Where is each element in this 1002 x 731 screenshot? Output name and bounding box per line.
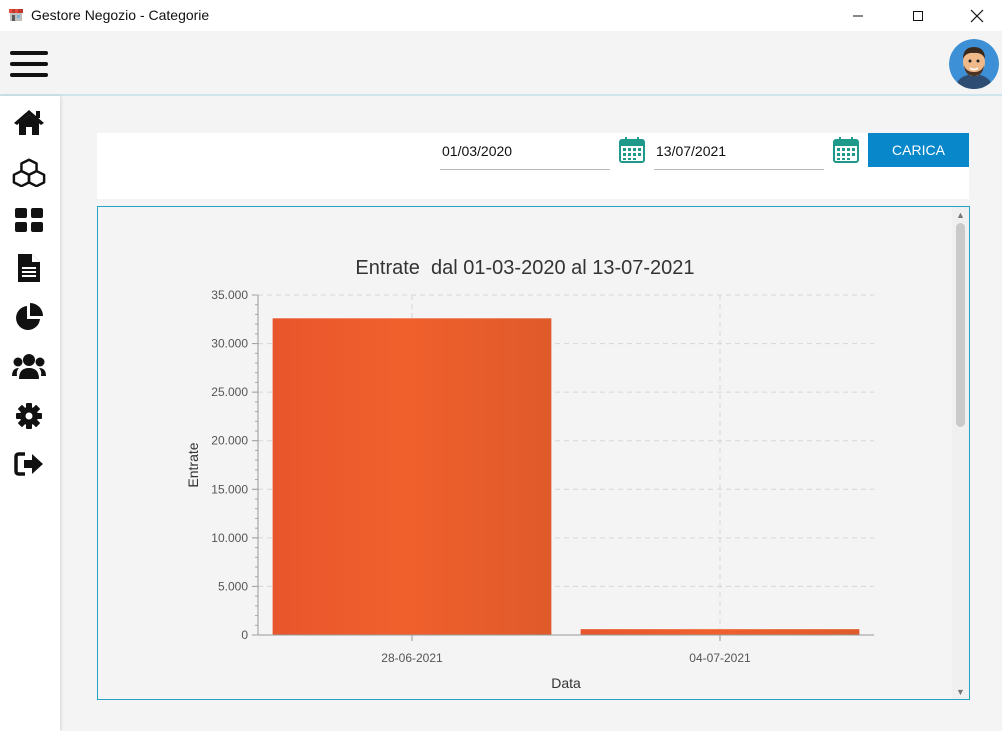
y-tick-label: 15.000 [211,482,248,496]
document-icon [18,254,40,282]
y-tick-label: 10.000 [211,531,248,545]
date-filter-panel: 01/03/2020 13/07/2021 CARICA [97,133,969,199]
title-bar: Gestore Negozio - Categorie [0,0,1002,31]
calendar-to-icon[interactable] [833,137,859,163]
close-icon [970,9,984,22]
revenue-bar-chart: 0 5.000 10.000 15.000 20.000 25.000 30.000 35.0… [185,257,874,691]
sidebar [0,96,60,731]
chart-title: Entrate dal 01-03-2020 al 13-07-2021 [355,257,694,279]
sidebar-item-statistics[interactable] [12,300,46,334]
chart-scroll-pane[interactable]: 0 5.000 10.000 15.000 20.000 25.000 30.000 35.0… [97,206,970,700]
scroll-down-icon[interactable]: ▼ [952,684,969,699]
minimize-button[interactable] [835,0,881,31]
y-tick-label: 25.000 [211,385,248,399]
x-tick-label: 28-06-2021 [381,651,443,665]
load-button[interactable]: CARICA [868,133,969,167]
sidebar-item-settings[interactable] [12,399,46,433]
date-from-field[interactable]: 01/03/2020 [440,133,610,170]
y-tick-label: 35.000 [211,288,248,302]
chart-bars [272,318,860,635]
sidebar-item-documents[interactable] [12,251,46,285]
user-avatar[interactable] [949,39,999,89]
bar [272,318,552,635]
app-store-icon [9,9,23,21]
x-tick-label: 04-07-2021 [689,651,751,665]
logout-icon [14,452,43,476]
y-axis-label: Entrate [185,442,201,487]
window-title: Gestore Negozio - Categorie [31,7,210,23]
close-button[interactable] [954,0,1000,31]
x-axis-label: Data [551,675,581,691]
avatar-icon [949,39,999,89]
hamburger-menu-icon[interactable] [10,51,48,77]
sidebar-item-home[interactable] [12,105,46,139]
y-tick-label: 0 [241,628,248,642]
bar [580,629,860,635]
home-icon [14,110,44,135]
app-header [0,31,1002,96]
grid-icon [15,208,43,232]
maximize-icon [913,10,923,21]
sidebar-item-users[interactable] [12,349,46,383]
y-tick-label: 20.000 [211,434,248,448]
scrollbar-thumb[interactable] [956,223,965,427]
users-icon [12,354,46,379]
sidebar-item-products[interactable] [12,155,46,189]
y-tick-label: 30.000 [211,337,248,351]
gear-icon [16,403,42,429]
vertical-scrollbar[interactable]: ▲ ▼ [952,207,969,699]
sidebar-item-dashboard[interactable] [12,203,46,237]
sidebar-item-logout[interactable] [12,447,46,481]
cubes-icon [12,158,46,187]
y-tick-label: 5.000 [218,579,248,593]
date-to-field[interactable]: 13/07/2021 [654,133,824,170]
minimize-icon [853,15,863,16]
pie-chart-icon [16,303,43,330]
maximize-button[interactable] [895,0,941,31]
calendar-from-icon[interactable] [619,137,645,163]
scroll-up-icon[interactable]: ▲ [952,207,969,222]
